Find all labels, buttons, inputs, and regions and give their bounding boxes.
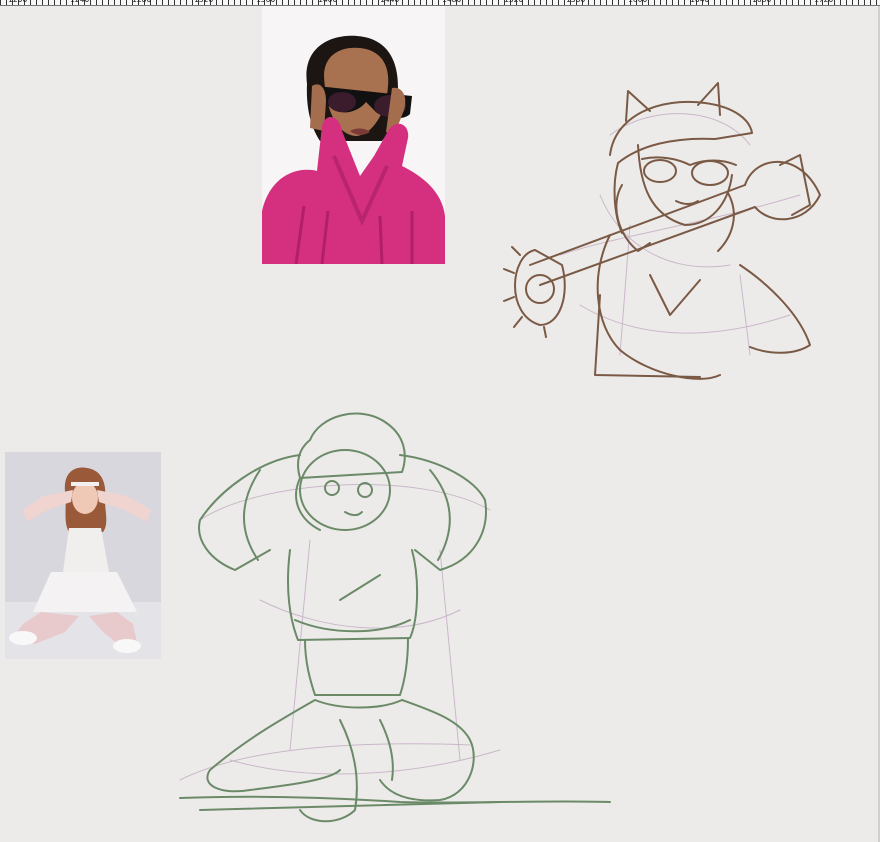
ruler-label: 1360 xyxy=(248,0,310,4)
ruler-labels: 1200 1240 1280 1320 1360 1400 1440 1480 … xyxy=(0,0,880,4)
ruler-label: 1400 xyxy=(310,0,372,4)
ruler-label: 1200 xyxy=(0,0,62,4)
ruler-label: 1520 xyxy=(496,0,558,4)
ruler-label: 1600 xyxy=(620,0,682,4)
ruler-label: 1440 xyxy=(372,0,434,4)
ruler-label: 1680 xyxy=(744,0,806,4)
ruler-label: 1240 xyxy=(62,0,124,4)
ruler-label: 1280 xyxy=(124,0,186,4)
ruler-label: 1640 xyxy=(682,0,744,4)
reference-photo-sunglasses[interactable] xyxy=(262,6,445,264)
ruler-label: 1560 xyxy=(558,0,620,4)
sketch-green-kneeling-figure[interactable] xyxy=(140,400,620,840)
ruler-label: 1720 xyxy=(806,0,868,4)
ruler-label: 1320 xyxy=(186,0,248,4)
ruler-label: 1480 xyxy=(434,0,496,4)
reference-photo-white-dress[interactable] xyxy=(5,452,161,659)
sketch-brown-character-bust[interactable] xyxy=(500,75,830,385)
